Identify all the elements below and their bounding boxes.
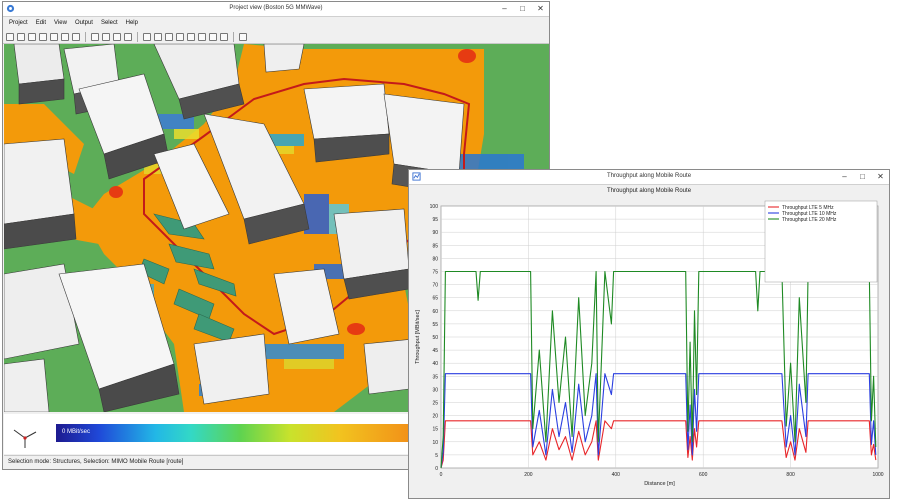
import-button[interactable] [50, 32, 58, 41]
project-view-titlebar[interactable]: Project view (Boston 5G MMWave) – □ ✕ [3, 2, 549, 17]
copy-button[interactable] [39, 32, 47, 41]
menu-output[interactable]: Output [75, 20, 93, 26]
y-tick-label: 50 [432, 335, 438, 341]
select-tool-button[interactable] [143, 32, 151, 41]
save-project-button[interactable] [28, 32, 36, 41]
axis-gizmo-icon [13, 429, 37, 448]
y-tick-label: 45 [432, 348, 438, 354]
y-tick-label: 0 [435, 466, 438, 472]
y-tick-label: 20 [432, 414, 438, 420]
y-tick-label: 30 [432, 387, 438, 393]
x-tick-label: 600 [699, 472, 708, 478]
chart-window-title: Throughput along Mobile Route [606, 173, 692, 179]
chart-titlebar[interactable]: Throughput along Mobile Route – □ ✕ [409, 170, 889, 185]
x-axis-label: Distance [m] [644, 481, 675, 487]
chart-maximize-button[interactable]: □ [858, 171, 867, 183]
y-tick-label: 80 [432, 256, 438, 262]
route-tool-button[interactable] [209, 32, 217, 41]
colorbar-min-label: 0 MBit/sec [62, 429, 91, 435]
y-tick-label: 35 [432, 374, 438, 380]
measure-tool-button[interactable] [176, 32, 184, 41]
layers-button[interactable] [102, 32, 110, 41]
menu-project[interactable]: Project [9, 20, 28, 26]
y-tick-label: 40 [432, 361, 438, 367]
y-tick-label: 70 [432, 283, 438, 289]
y-tick-label: 15 [432, 427, 438, 433]
rotate-tool-button[interactable] [165, 32, 173, 41]
new-project-button[interactable] [6, 32, 14, 41]
grid-button[interactable] [113, 32, 121, 41]
menu-edit[interactable]: Edit [36, 20, 46, 26]
menu-view[interactable]: View [54, 20, 67, 26]
print-button[interactable] [72, 32, 80, 41]
x-tick-label: 400 [612, 472, 621, 478]
menu-select[interactable]: Select [101, 20, 118, 26]
x-tick-label: 1000 [872, 472, 883, 478]
transmitter-marker[interactable] [458, 49, 476, 63]
transmitter-tool-button[interactable] [187, 32, 195, 41]
throughput-chart: 0 5 10 15 20 25 30 35 40 45 50 55 60 65 70 75 80 85 90 95 10… [415, 200, 884, 487]
close-button[interactable]: ✕ [536, 3, 545, 15]
toolbar-separator [85, 31, 86, 42]
y-tick-label: 90 [432, 230, 438, 236]
throughput-chart-window: Throughput along Mobile Route – □ ✕ Thro… [408, 169, 890, 499]
chart-close-button[interactable]: ✕ [876, 171, 885, 183]
menu-bar: Project Edit View Output Select Help [3, 17, 549, 29]
y-tick-label: 100 [430, 204, 439, 210]
y-axis-label: Throughput [MBit/sec] [415, 310, 421, 364]
chart-title: Throughput along Mobile Route [606, 188, 692, 194]
move-tool-button[interactable] [154, 32, 162, 41]
minimize-button[interactable]: – [500, 3, 509, 15]
y-tick-label: 95 [432, 217, 438, 223]
toolbar-separator [233, 31, 234, 42]
x-tick-label: 800 [786, 472, 795, 478]
transmitter-marker[interactable] [109, 186, 123, 198]
open-project-button[interactable] [17, 32, 25, 41]
predict-button[interactable] [220, 32, 228, 41]
y-tick-label: 60 [432, 309, 438, 315]
legend-entry: Throughput LTE 20 MHz [782, 217, 837, 223]
y-tick-label: 10 [432, 440, 438, 446]
y-tick-label: 65 [432, 296, 438, 302]
chart-minimize-button[interactable]: – [840, 171, 849, 183]
x-tick-label: 200 [524, 472, 533, 478]
toolbar [3, 30, 549, 44]
receiver-tool-button[interactable] [198, 32, 206, 41]
window-title: Project view (Boston 5G MMWave) [229, 5, 323, 11]
transmitter-marker[interactable] [347, 323, 365, 335]
menu-help[interactable]: Help [126, 20, 138, 26]
y-tick-label: 85 [432, 243, 438, 249]
settings-button[interactable] [239, 32, 247, 41]
y-tick-label: 5 [435, 453, 438, 459]
export-button[interactable] [61, 32, 69, 41]
maximize-button[interactable]: □ [518, 3, 527, 15]
toolbar-separator [137, 31, 138, 42]
zoom-extents-button[interactable] [124, 32, 132, 41]
colorbar-gradient [56, 424, 411, 442]
y-tick-label: 55 [432, 322, 438, 328]
view-mode-button[interactable] [91, 32, 99, 41]
y-tick-label: 25 [432, 401, 438, 407]
y-tick-label: 75 [432, 270, 438, 276]
x-tick-label: 0 [440, 472, 443, 478]
